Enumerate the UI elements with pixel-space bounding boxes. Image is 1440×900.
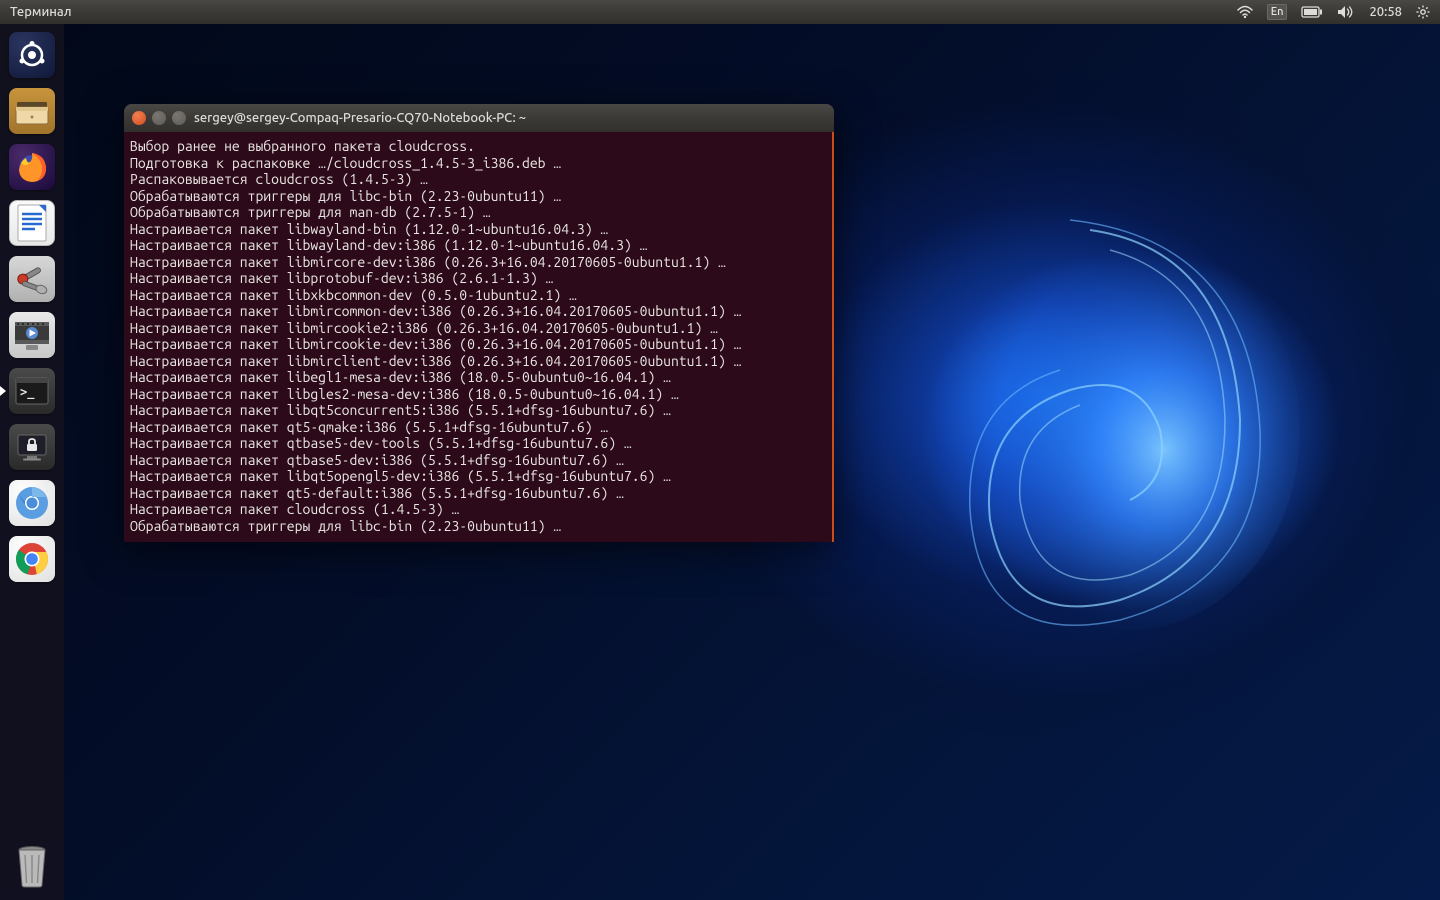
files-nautilus-button[interactable] <box>7 86 57 136</box>
network-icon[interactable] <box>1237 5 1253 19</box>
window-maximize-button[interactable] <box>172 111 186 125</box>
terminal-line: Настраивается пакет qtbase5-dev-tools (5… <box>130 435 826 452</box>
battery-icon[interactable] <box>1301 6 1323 18</box>
terminal-button[interactable]: >_ <box>7 366 57 416</box>
terminal-line: Настраивается пакет cloudcross (1.4.5-3)… <box>130 501 826 518</box>
window-close-button[interactable] <box>132 111 146 125</box>
terminal-line: Настраивается пакет libqt5opengl5-dev:i3… <box>130 468 826 485</box>
terminal-output[interactable]: Выбор ранее не выбранного пакета cloudcr… <box>124 132 834 542</box>
chromium-button[interactable] <box>7 478 57 528</box>
terminal-line: Обрабатываются триггеры для man-db (2.7.… <box>130 204 826 221</box>
terminal-line: Выбор ранее не выбранного пакета cloudcr… <box>130 138 826 155</box>
terminal-line: Настраивается пакет libegl1-mesa-dev:i38… <box>130 369 826 386</box>
terminal-line: Настраивается пакет qt5-qmake:i386 (5.5.… <box>130 419 826 436</box>
terminal-line: Обрабатываются триггеры для libc-bin (2.… <box>130 518 826 535</box>
clock[interactable]: 20:58 <box>1369 5 1402 19</box>
language-indicator[interactable]: En <box>1267 4 1288 20</box>
terminal-line: Подготовка к распаковке …/cloudcross_1.4… <box>130 155 826 172</box>
terminal-line: Настраивается пакет qtbase5-dev:i386 (5.… <box>130 452 826 469</box>
lock-screen-button[interactable] <box>7 422 57 472</box>
terminal-window[interactable]: sergey@sergey-Compaq-Presario-CQ70-Noteb… <box>124 104 834 542</box>
terminal-line: Настраивается пакет libmircommon-dev:i38… <box>130 303 826 320</box>
terminal-title: sergey@sergey-Compaq-Presario-CQ70-Noteb… <box>194 111 526 125</box>
terminal-line: Настраивается пакет libgles2-mesa-dev:i3… <box>130 386 826 403</box>
terminal-line: Настраивается пакет libwayland-dev:i386 … <box>130 237 826 254</box>
active-app-title[interactable]: Терминал <box>0 5 82 19</box>
libreoffice-writer-button[interactable] <box>7 198 57 248</box>
smplayer-button[interactable] <box>7 310 57 360</box>
top-menubar: Терминал En 20:58 <box>0 0 1440 24</box>
session-gear-icon[interactable] <box>1416 5 1430 19</box>
firefox-button[interactable] <box>7 142 57 192</box>
terminal-line: Настраивается пакет libmirclient-dev:i38… <box>130 353 826 370</box>
ubuntu-dash-button[interactable] <box>7 30 57 80</box>
terminal-titlebar[interactable]: sergey@sergey-Compaq-Presario-CQ70-Noteb… <box>124 104 834 132</box>
volume-icon[interactable] <box>1337 5 1355 19</box>
terminal-line: Настраивается пакет qt5-default:i386 (5.… <box>130 485 826 502</box>
terminal-line: Настраивается пакет libmircookie2:i386 (… <box>130 320 826 337</box>
system-tray: En 20:58 <box>1227 4 1440 20</box>
window-minimize-button[interactable] <box>152 111 166 125</box>
terminal-line: Настраивается пакет libprotobuf-dev:i386… <box>130 270 826 287</box>
chrome-button[interactable] <box>7 534 57 584</box>
terminal-line: Настраивается пакет libxkbcommon-dev (0.… <box>130 287 826 304</box>
trash-button[interactable] <box>7 840 57 890</box>
terminal-line: Настраивается пакет libmircore-dev:i386 … <box>130 254 826 271</box>
terminal-line: Обрабатываются триггеры для libc-bin (2.… <box>130 188 826 205</box>
terminal-line: Настраивается пакет libwayland-bin (1.12… <box>130 221 826 238</box>
terminal-line: Настраивается пакет libmircookie-dev:i38… <box>130 336 826 353</box>
terminal-line: Распаковывается cloudcross (1.4.5-3) … <box>130 171 826 188</box>
terminal-line: Настраивается пакет libqt5concurrent5:i3… <box>130 402 826 419</box>
system-settings-button[interactable] <box>7 254 57 304</box>
unity-launcher: >_ <box>0 24 64 900</box>
svg-text:>_: >_ <box>20 385 35 400</box>
